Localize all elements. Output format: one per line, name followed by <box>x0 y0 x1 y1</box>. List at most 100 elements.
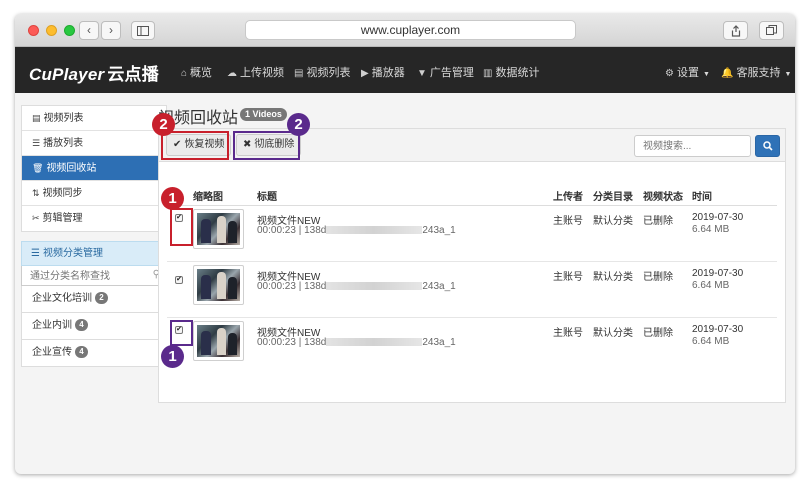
column-title: 标题 <box>257 192 277 203</box>
video-status: 已删除 <box>643 328 673 339</box>
video-date: 2019-07-30 <box>692 212 744 223</box>
minimize-window-icon[interactable] <box>46 25 57 36</box>
play-circle-icon: ▶ <box>361 68 369 79</box>
maximize-window-icon[interactable] <box>64 25 75 36</box>
video-size: 6.64 MB <box>692 280 730 291</box>
trash-icon: 🗑 <box>32 163 44 173</box>
filter-icon: ▼ <box>417 68 427 79</box>
video-category: 默认分类 <box>593 328 633 339</box>
column-time: 时间 <box>692 192 712 203</box>
bell-icon: 🔔 <box>721 68 734 79</box>
sidebar-item-clip-management[interactable]: ✂ 剪辑管理 <box>22 206 166 231</box>
video-meta: 00:00:23 | 138d 243a_1 <box>257 337 456 348</box>
video-uploader: 主账号 <box>553 272 583 283</box>
video-thumbnail[interactable] <box>193 321 244 361</box>
close-window-icon[interactable] <box>28 25 39 36</box>
category-panel-header: ☰ 视频分类管理 <box>21 241 167 266</box>
video-category: 默认分类 <box>593 216 633 227</box>
share-icon <box>731 25 740 37</box>
row-checkbox[interactable]: ✔ <box>175 276 183 284</box>
count-badge: 4 <box>75 319 88 332</box>
caret-down-icon: ▼ <box>702 71 710 78</box>
row-checkbox-highlight-frame <box>170 208 193 246</box>
sidebar: ▤视频列表 ☰播放列表 🗑视频回收站 ⇅视频同步 ✂剪辑管理 ☰视频分类管理 ⚲… <box>21 105 167 367</box>
nav-settings[interactable]: ⚙ 设置 ▼ <box>665 64 710 80</box>
nav-upload-video[interactable]: ☁ 上传视频 <box>227 64 284 80</box>
app-navbar: CuPlayer 云点播 ⌂ 概览 ☁ 上传视频 ▤ 视频列表 ▶ 播放器 ▼ 广告管理 ▥… <box>15 47 795 93</box>
video-date: 2019-07-30 <box>692 324 744 335</box>
column-category: 分类目录 <box>593 192 633 203</box>
share-button[interactable] <box>723 21 748 40</box>
list-icon: ☰ <box>31 248 40 259</box>
category-item[interactable]: 企业文化培训 2 <box>21 286 167 313</box>
home-icon: ⌂ <box>181 68 188 79</box>
category-item[interactable]: 企业宣传 4 <box>21 340 167 367</box>
table-row[interactable]: ✔ 视频文件NEW 00:00:23 | 138d 243a_1 主账号 默认分类… <box>167 318 777 374</box>
scissors-icon: ✂ <box>32 213 40 223</box>
nav-player[interactable]: ▶ 播放器 <box>361 64 405 80</box>
address-bar[interactable]: www.cuplayer.com <box>245 20 576 40</box>
browser-window: ‹ › www.cuplayer.com CuPlayer 云点播 ⌂ 概览 ☁ 上传… <box>15 14 795 474</box>
brand-logo[interactable]: CuPlayer 云点播 <box>29 60 159 85</box>
sidebar-item-playlist[interactable]: ☰ 播放列表 <box>22 131 166 156</box>
column-thumbnail: 缩略图 <box>193 192 223 203</box>
video-table: 缩略图 标题 上传者 分类目录 视频状态 时间 ✔ 视频文件NEW 00:00:… <box>158 162 786 403</box>
video-count-badge: 1 Videos <box>240 108 287 121</box>
caret-down-icon: ▼ <box>784 71 792 78</box>
film-icon: ▤ <box>294 68 304 79</box>
video-uploader: 主账号 <box>553 328 583 339</box>
sidebar-toggle-icon <box>137 26 149 36</box>
column-uploader: 上传者 <box>553 192 583 203</box>
sidebar-toggle-button[interactable] <box>131 21 155 40</box>
row-checkbox-highlight-frame <box>170 320 193 346</box>
tabs-icon <box>766 25 777 35</box>
nav-statistics[interactable]: ▥ 数据统计 <box>483 64 539 80</box>
video-size: 6.64 MB <box>692 224 730 235</box>
video-date: 2019-07-30 <box>692 268 744 279</box>
video-size: 6.64 MB <box>692 336 730 347</box>
video-uploader: 主账号 <box>553 216 583 227</box>
video-meta: 00:00:23 | 138d 243a_1 <box>257 281 456 292</box>
column-status: 视频状态 <box>643 192 683 203</box>
film-icon: ▤ <box>32 113 41 123</box>
sidebar-item-video-sync[interactable]: ⇅ 视频同步 <box>22 181 166 206</box>
video-category: 默认分类 <box>593 272 633 283</box>
step-marker: 1 <box>161 187 184 210</box>
video-thumbnail[interactable] <box>193 265 244 305</box>
video-status: 已删除 <box>643 216 673 227</box>
table-row[interactable]: ✔ 视频文件NEW 00:00:23 | 138d 243a_1 主账号 默认分类… <box>167 262 777 318</box>
video-search-input[interactable] <box>634 135 751 157</box>
bar-chart-icon: ▥ <box>483 68 493 79</box>
category-search-input[interactable] <box>22 267 132 286</box>
sidebar-item-video-list[interactable]: ▤ 视频列表 <box>22 106 166 131</box>
back-button[interactable]: ‹ <box>79 21 99 40</box>
nav-video-list[interactable]: ▤ 视频列表 <box>294 64 350 80</box>
delete-highlight-frame <box>233 131 300 160</box>
sync-icon: ⇅ <box>32 188 40 198</box>
nav-customer-support[interactable]: 🔔 客服支持 ▼ <box>721 64 791 80</box>
search-icon <box>762 141 773 151</box>
step-marker: 2 <box>152 113 175 136</box>
category-search: ⚲ <box>21 266 167 286</box>
count-badge: 4 <box>75 346 88 359</box>
list-icon: ☰ <box>32 138 41 148</box>
video-thumbnail[interactable] <box>193 209 244 249</box>
nav-overview[interactable]: ⌂ 概览 <box>181 64 212 80</box>
step-marker: 2 <box>287 113 310 136</box>
count-badge: 2 <box>95 292 108 305</box>
category-item[interactable]: 企业内训 4 <box>21 313 167 340</box>
step-marker: 1 <box>161 345 184 368</box>
gear-icon: ⚙ <box>665 68 674 79</box>
browser-titlebar: ‹ › www.cuplayer.com <box>15 14 795 47</box>
forward-button[interactable]: › <box>101 21 121 40</box>
table-header: 缩略图 标题 上传者 分类目录 视频状态 时间 <box>167 182 777 206</box>
video-meta: 00:00:23 | 138d 243a_1 <box>257 225 456 236</box>
sidebar-menu: ▤ 视频列表 ☰ 播放列表 🗑 视频回收站 ⇅ 视频同步 ✂ 剪辑管理 <box>21 105 167 232</box>
tabs-button[interactable] <box>759 21 784 40</box>
video-status: 已删除 <box>643 272 673 283</box>
search-button[interactable] <box>755 135 780 157</box>
table-row[interactable]: ✔ 视频文件NEW 00:00:23 | 138d 243a_1 主账号 默认分类… <box>167 206 777 262</box>
restore-highlight-frame <box>161 131 229 160</box>
nav-ad-management[interactable]: ▼ 广告管理 <box>417 64 474 80</box>
sidebar-item-recycle-bin[interactable]: 🗑 视频回收站 <box>22 156 166 181</box>
